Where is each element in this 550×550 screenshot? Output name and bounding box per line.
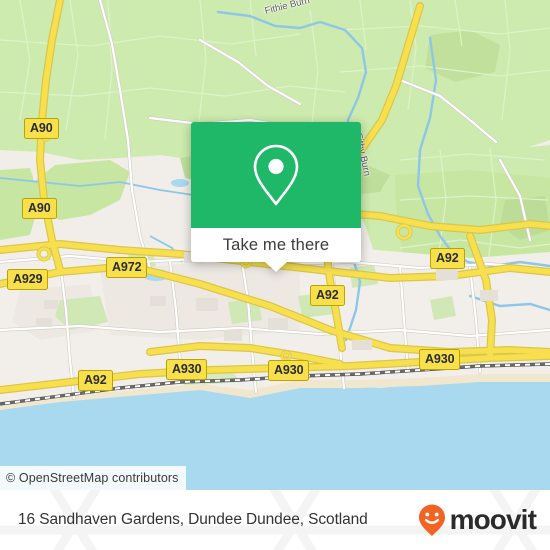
road-shield-a929: A929 — [7, 269, 49, 290]
take-me-there-button[interactable]: Take me there — [191, 228, 361, 272]
destination-callout[interactable]: Take me there — [191, 122, 361, 272]
osm-attribution[interactable]: © OpenStreetMap contributors — [0, 466, 186, 490]
road-shield-a90-north: A90 — [24, 118, 59, 139]
callout-pin-panel — [191, 122, 361, 228]
map-screenshot: A90 A90 A929 A972 A92 A92 A92 A930 A930 … — [0, 0, 550, 550]
road-shield-a92-west: A92 — [78, 370, 113, 391]
map-pin-icon — [253, 144, 299, 206]
road-shield-a972: A972 — [106, 257, 148, 278]
road-shield-a92-east: A92 — [430, 248, 465, 269]
map-canvas[interactable]: A90 A90 A929 A972 A92 A92 A92 A930 A930 … — [0, 0, 550, 490]
callout-pointer — [265, 262, 287, 272]
road-shield-a92-central: A92 — [310, 285, 345, 306]
road-shield-a930-east: A930 — [419, 349, 461, 370]
road-shield-a930-west: A930 — [166, 359, 208, 380]
address-label: 16 Sandhaven Gardens, Dundee Dundee, Sco… — [18, 511, 368, 528]
take-me-there-label: Take me there — [222, 235, 330, 254]
moovit-logo[interactable]: moovit — [417, 503, 537, 537]
moovit-wordmark: moovit — [449, 504, 537, 535]
footer-bar: 16 Sandhaven Gardens, Dundee Dundee, Sco… — [0, 490, 550, 550]
road-shield-a930-mid: A930 — [268, 360, 310, 381]
road-shield-a90-south: A90 — [22, 198, 57, 219]
moovit-smiley-pin-icon — [418, 504, 445, 536]
